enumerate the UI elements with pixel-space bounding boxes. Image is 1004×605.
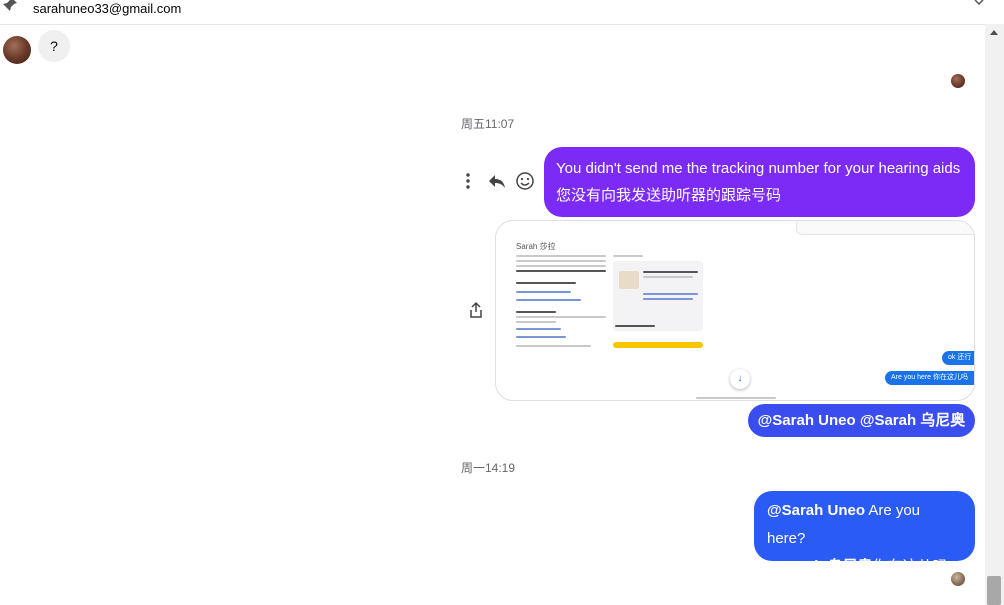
preview-line [516,311,556,313]
outgoing-message[interactable]: You didn't send me the tracking number f… [544,147,975,217]
chevron-down-icon[interactable] [973,0,985,8]
mention[interactable]: @Sarah 乌尼奥 [767,558,872,575]
preview-line [516,316,606,318]
preview-line [516,265,606,267]
mention[interactable]: @Sarah Uneo [767,502,865,519]
outgoing-message[interactable]: @Sarah Uneo Are you here? @Sarah 乌尼奥你在这儿… [754,491,975,575]
preview-line [696,397,776,399]
preview-card [796,221,974,235]
preview-line [615,325,655,327]
preview-line [643,293,698,295]
scrollbar-thumb[interactable] [987,576,1001,605]
message-line: @Sarah Uneo Are you here? [767,497,962,553]
image-attachment[interactable]: Sarah 莎拉 ↓ ok 还行 Are you here 你在这儿吗 [495,220,975,401]
preview-line [516,345,591,347]
preview-line [516,336,566,338]
more-vertical-icon[interactable] [458,171,478,191]
read-receipt-avatar [951,572,965,586]
message-actions [458,171,536,193]
preview-line [516,321,556,323]
scroll-up-arrow[interactable] [990,30,998,35]
preview-line [643,276,693,278]
message-translation: 您没有向我发送助听器的跟踪号码 [556,187,782,204]
preview-line [516,282,576,284]
read-receipt-avatar [951,74,965,88]
preview-buy-button [613,342,703,348]
pin-icon[interactable] [2,0,18,12]
scrollbar[interactable] [985,24,1004,605]
contact-avatar[interactable] [3,36,31,64]
preview-chip: Are you here 你在这儿吗 [885,371,974,385]
timestamp: 周一14:19 [461,461,516,475]
preview-line [613,255,643,257]
preview-line [516,270,606,272]
message-line: @Sarah 乌尼奥你在这儿吗? [767,553,962,581]
emoji-icon[interactable] [515,171,535,191]
preview-line [516,255,606,257]
message-text: You didn't send me the tracking number f… [556,160,961,177]
share-icon[interactable] [467,301,485,319]
outgoing-mention-message[interactable]: @Sarah Uneo @Sarah 乌尼奥 [748,404,975,437]
scroll-down-icon: ↓ [730,369,750,389]
preview-line [643,271,698,273]
message-text: 你在这儿吗? [872,558,956,575]
contact-email: sarahuneo33@gmail.com [33,1,182,16]
reply-icon[interactable] [487,171,507,191]
product-image [619,271,639,289]
preview-product-card [613,261,703,331]
preview-line [516,260,606,262]
preview-line [643,298,693,300]
timestamp: 周五11:07 [461,117,515,131]
preview-line [516,328,561,330]
incoming-message[interactable]: ? [38,30,70,62]
preview-sender: Sarah 莎拉 [516,242,556,251]
preview-chip: ok 还行 [942,351,974,365]
conversation-header: sarahuneo33@gmail.com [0,0,985,25]
preview-line [516,299,581,301]
preview-line [516,291,571,293]
